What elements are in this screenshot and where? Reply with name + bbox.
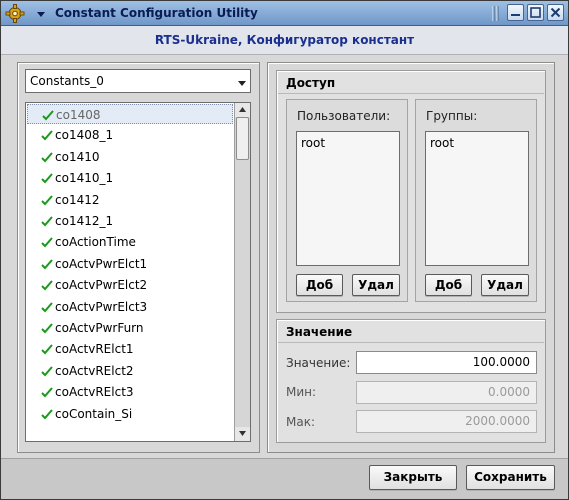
scroll-thumb[interactable]	[236, 117, 249, 160]
checkmark-icon	[41, 322, 53, 334]
maximize-icon	[530, 7, 541, 18]
window-menu-icon[interactable]	[34, 7, 48, 21]
list-item[interactable]: coActvRElct3	[27, 382, 233, 402]
list-item[interactable]: root	[430, 136, 454, 150]
checkmark-icon	[41, 365, 53, 377]
list-item[interactable]: coActvPwrElct1	[27, 254, 233, 274]
list-item-label: co1412	[55, 192, 100, 207]
list-item[interactable]: co1408	[27, 104, 233, 124]
list-item[interactable]: root	[301, 136, 325, 150]
groups-list[interactable]: root	[425, 131, 529, 266]
close-button[interactable]	[547, 4, 564, 21]
checkmark-icon	[41, 129, 53, 141]
list-item[interactable]: coActvPwrElct2	[27, 275, 233, 295]
minimize-button[interactable]	[507, 4, 524, 21]
list-item[interactable]: coActvRElct2	[27, 361, 233, 381]
list-item[interactable]: co1412	[27, 190, 233, 210]
value-title: Значение	[286, 325, 353, 339]
checkmark-icon	[41, 151, 53, 163]
min-field: 0.0000	[356, 381, 537, 404]
checkmark-icon	[41, 258, 53, 270]
list-item[interactable]: coContain_Si	[27, 404, 233, 424]
checkmark-icon	[41, 279, 53, 291]
max-label: Мак:	[286, 415, 315, 429]
list-item[interactable]: co1410	[27, 147, 233, 167]
list-item[interactable]: coActvPwrFurn	[27, 318, 233, 338]
list-item-label: coActvPwrElct3	[55, 299, 148, 314]
list-item[interactable]: coActionTime	[27, 232, 233, 252]
groups-label: Группы:	[426, 109, 478, 123]
scroll-down-button[interactable]	[235, 427, 250, 441]
list-item-label: coContain_Si	[55, 406, 133, 421]
group-divider	[278, 93, 544, 94]
checkmark-icon	[42, 109, 54, 121]
users-list[interactable]: root	[296, 131, 400, 266]
list-item[interactable]: co1410_1	[27, 168, 233, 188]
list-item-label: coActvPwrFurn	[55, 321, 144, 335]
window-title: Constant Configuration Utility	[55, 6, 258, 20]
value-label: Значение:	[286, 356, 351, 370]
maximize-button[interactable]	[527, 4, 544, 21]
save-button[interactable]: Сохранить	[466, 465, 555, 490]
add-user-button[interactable]: Доб	[296, 274, 343, 296]
scroll-up-button[interactable]	[235, 103, 250, 117]
access-title: Доступ	[286, 76, 336, 90]
list-item[interactable]: co1408_1	[27, 125, 233, 145]
list-item-label: co1408_1	[55, 128, 114, 143]
header-bar: RTS-Ukraine, Конфигуратор констант	[1, 26, 568, 55]
list-item[interactable]: co1412_1	[27, 211, 233, 231]
checkmark-icon	[41, 343, 53, 355]
checkmark-icon	[41, 194, 53, 206]
users-subgroup: Пользователи: root Доб Удал	[286, 99, 408, 302]
list-item-label: coActvRElct3	[55, 385, 134, 400]
checkmark-icon	[41, 386, 53, 398]
list-item-label: coActvRElct2	[55, 363, 134, 378]
scroll-down-icon	[239, 431, 246, 436]
dropdown-arrow-icon[interactable]	[237, 77, 247, 87]
remove-group-button[interactable]: Удал	[481, 274, 529, 296]
title-bar[interactable]: Constant Configuration Utility	[1, 1, 568, 26]
constant-config-window: Constant Configuration Utility RTS-Ukrai…	[0, 0, 569, 500]
list-item-label: co1408	[56, 108, 101, 122]
list-item-label: coActvPwrElct1	[55, 256, 148, 271]
value-field[interactable]: 100.0000	[356, 351, 537, 374]
constants-set-value: Constants_0	[30, 74, 104, 88]
minimize-icon	[511, 14, 520, 16]
list-item-label: coActionTime	[55, 235, 136, 250]
list-item-label: co1410_1	[55, 171, 114, 186]
close-dialog-button[interactable]: Закрыть	[369, 465, 457, 490]
list-item-label: coActvRElct1	[55, 342, 134, 357]
constants-set-select[interactable]: Constants_0	[25, 69, 251, 93]
list-item-label: co1410	[55, 149, 100, 164]
list-scrollbar[interactable]	[234, 103, 250, 441]
grip-icon	[491, 6, 499, 21]
header-title: RTS-Ukraine, Конфигуратор констант	[154, 33, 415, 47]
min-label: Мин:	[286, 385, 317, 399]
scroll-up-icon	[239, 107, 246, 112]
checkmark-icon	[41, 236, 53, 248]
list-item[interactable]: coActvPwrElct3	[27, 297, 233, 317]
checkmark-icon	[41, 172, 53, 184]
close-icon	[550, 7, 561, 18]
remove-user-button[interactable]: Удал	[352, 274, 400, 296]
checkmark-icon	[41, 215, 53, 227]
groups-subgroup: Группы: root Доб Удал	[415, 99, 537, 302]
checkmark-icon	[41, 301, 53, 313]
list-item-label: coActvPwrElct2	[55, 278, 148, 293]
group-divider	[278, 342, 544, 343]
gear-icon[interactable]	[4, 3, 26, 24]
checkmark-icon	[41, 408, 53, 420]
max-field: 2000.0000	[356, 410, 537, 433]
users-label: Пользователи:	[297, 109, 391, 123]
add-group-button[interactable]: Доб	[425, 274, 472, 296]
constants-list[interactable]: co1408 co1408_1 co1410 co1410_1 co1412 co1412…	[25, 102, 251, 442]
list-item-label: co1412_1	[55, 214, 114, 228]
list-item[interactable]: coActvRElct1	[27, 339, 233, 359]
